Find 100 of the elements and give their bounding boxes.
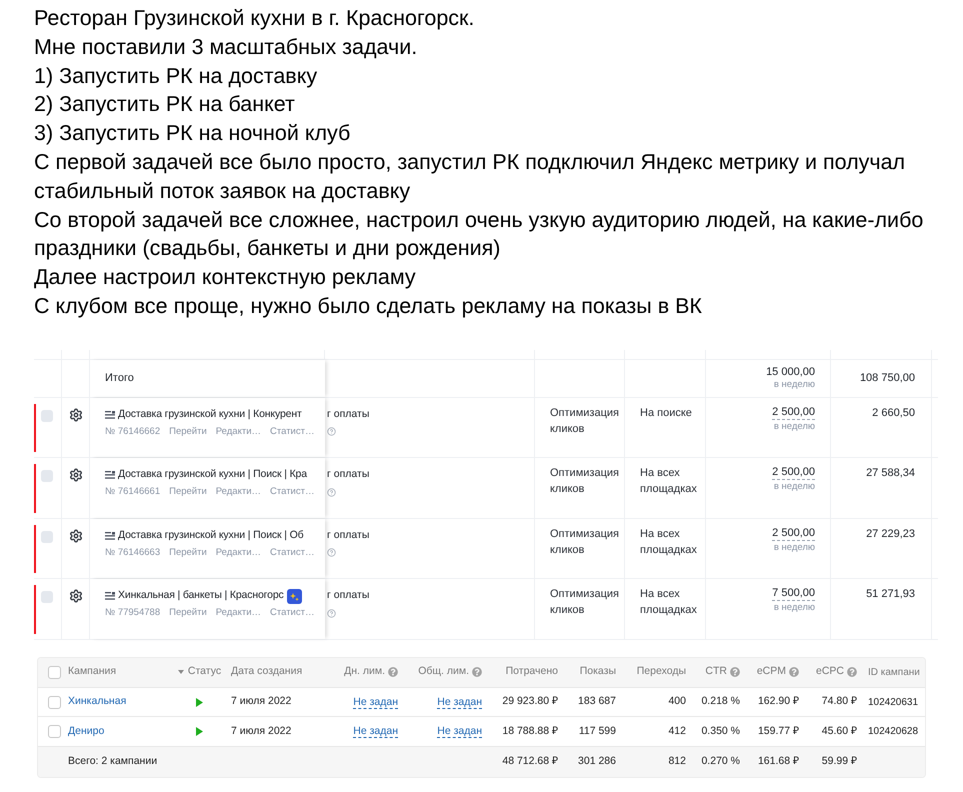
checkbox[interactable] [48,696,61,709]
checkbox[interactable] [41,470,53,482]
limit-link[interactable]: Не задан [437,725,482,738]
budget-link[interactable]: 2 500,00 [772,406,815,420]
sort-caret-icon[interactable] [178,670,184,674]
action-link[interactable]: Статист… [270,606,314,620]
table-cell-text: 18 788.88 ₽ [502,724,558,739]
strategy-text: Оптимизация кликов [550,466,620,498]
budget-link[interactable]: 2 500,00 [772,526,815,541]
help-icon[interactable] [847,667,857,678]
checkbox[interactable] [41,530,53,543]
help-icon[interactable] [327,548,336,558]
action-link[interactable]: Статист… [270,485,314,500]
column-header[interactable]: Дата создания [231,664,302,680]
table-cell-text: 812 [668,754,686,769]
campaign-name-tail: г оплаты [327,588,370,604]
strategy-text: Оптимизация кликов [550,406,620,437]
column-header[interactable]: eCPM [756,664,786,680]
table-cell-text: 102420631 [868,696,918,710]
checkbox[interactable] [48,666,61,679]
spent-value: 108 750,00 [860,371,915,386]
budget-period: в неделю [774,542,815,554]
table-cell-text: 29 923.80 ₽ [502,694,558,710]
help-icon[interactable] [327,488,336,497]
table-cell-text: 0.350 % [701,724,740,739]
action-link[interactable]: Редакти… [216,546,262,560]
action-link[interactable]: Статист… [270,546,314,560]
placement-text: На всех площадках [640,587,698,618]
column-header[interactable]: Дн. лим. [344,664,385,680]
action-link[interactable]: Статист… [270,424,314,439]
help-icon[interactable] [789,667,799,678]
budget-link[interactable]: 7 500,00 [772,587,815,602]
column-header[interactable]: Переходы [636,664,686,680]
checkbox[interactable] [48,725,61,738]
campaign-name-tail: г оплаты [327,467,370,482]
table-cell-text: 59.99 ₽ [822,754,857,769]
paragraph: 1) Запустить РК на доставку [34,62,318,90]
help-icon[interactable] [388,667,398,678]
campaign-link[interactable]: Дениро [68,724,104,740]
campaign-name[interactable]: Доставка грузинской кухни | Конкурент [118,406,302,423]
checkbox[interactable] [41,591,53,604]
paragraph: Со второй задачей все сложнее, настроил очень узкую аудиторию людей, на какие-либо праздники (свадьбы, банкеты и дни рождения) [34,206,924,262]
settings-icon[interactable] [68,468,82,482]
table-cell-text: 161.68 ₽ [758,754,799,769]
list-icon [105,471,115,480]
help-icon[interactable] [730,667,740,678]
campaign-name[interactable]: Доставка грузинской кухни | Поиск | Кра [118,467,307,484]
paragraph: Мне поставили 3 масштабных задачи. [34,34,418,61]
spent-value: 2 660,50 [872,406,915,421]
column-header[interactable]: CTR [705,664,727,680]
spent-value: 27 588,34 [866,466,915,482]
help-icon[interactable] [472,667,482,678]
column-header[interactable]: Статус [188,664,222,680]
campaign-link[interactable]: Хинкальная [68,694,126,710]
paragraph: С клубом все проще, нужно было сделать рекламу на показы в ВК [34,292,703,320]
budget-period: в неделю [774,378,815,391]
settings-icon[interactable] [68,589,82,604]
limit-link[interactable]: Не задан [353,696,398,709]
column-header[interactable]: Общ. лим. [418,664,469,680]
table-cell-text: 159.77 ₽ [758,724,799,739]
settings-icon[interactable] [68,408,82,422]
list-icon [105,532,115,540]
action-link[interactable]: Редакти… [216,606,262,620]
action-link[interactable]: Перейти [169,606,207,620]
column-header[interactable]: eCPC [816,664,844,680]
column-header[interactable]: Потрачено [506,664,558,680]
list-icon [105,410,115,419]
column-header[interactable]: ID кампани [868,664,920,680]
table-cell-text: 102420628 [868,725,918,740]
budget-link[interactable]: 2 500,00 [772,466,815,480]
settings-icon[interactable] [68,528,82,543]
placement-text: На всех площадках [640,526,698,558]
action-link[interactable]: Редакти… [216,424,262,439]
action-link[interactable]: Перейти [169,546,207,560]
campaign-name-tail: г оплаты [327,406,370,422]
help-icon[interactable] [327,427,336,436]
action-link[interactable]: Перейти [169,485,207,500]
checkbox[interactable] [41,410,53,422]
campaign-name[interactable]: Хинкальная | банкеты | Красногорс [118,588,284,604]
sparkle-badge-icon[interactable] [286,588,302,604]
campaign-name[interactable]: Доставка грузинской кухни | Поиск | Об [118,528,304,544]
table-cell-text: 48 712.68 ₽ [502,754,558,769]
help-icon[interactable] [327,608,336,618]
column-header[interactable]: Кампания [68,664,116,680]
campaign-number: № 76146662 [105,424,160,439]
campaign-number: № 76146661 [105,485,160,500]
limit-link[interactable]: Не задан [437,696,482,709]
table-cell-text: 45.60 ₽ [822,724,857,739]
table-cell-text: 7 июля 2022 [231,724,292,739]
spent-value: 51 271,93 [866,587,915,602]
paragraph: 2) Запустить РК на банкет [34,91,296,118]
action-link[interactable]: Перейти [169,424,207,439]
paragraph: С первой задачей все было просто, запустил РК подключил Яндекс метрику и получал стабильный поток заявок на доставку [34,148,906,205]
total-label: Всего: 2 кампании [68,754,158,769]
strategy-text: Оптимизация кликов [550,526,620,558]
table-cell-text: 162.90 ₽ [758,694,799,710]
campaign-number: № 77954788 [105,606,160,620]
action-link[interactable]: Редакти… [216,485,262,500]
column-header[interactable]: Показы [580,664,616,680]
limit-link[interactable]: Не задан [353,725,398,738]
